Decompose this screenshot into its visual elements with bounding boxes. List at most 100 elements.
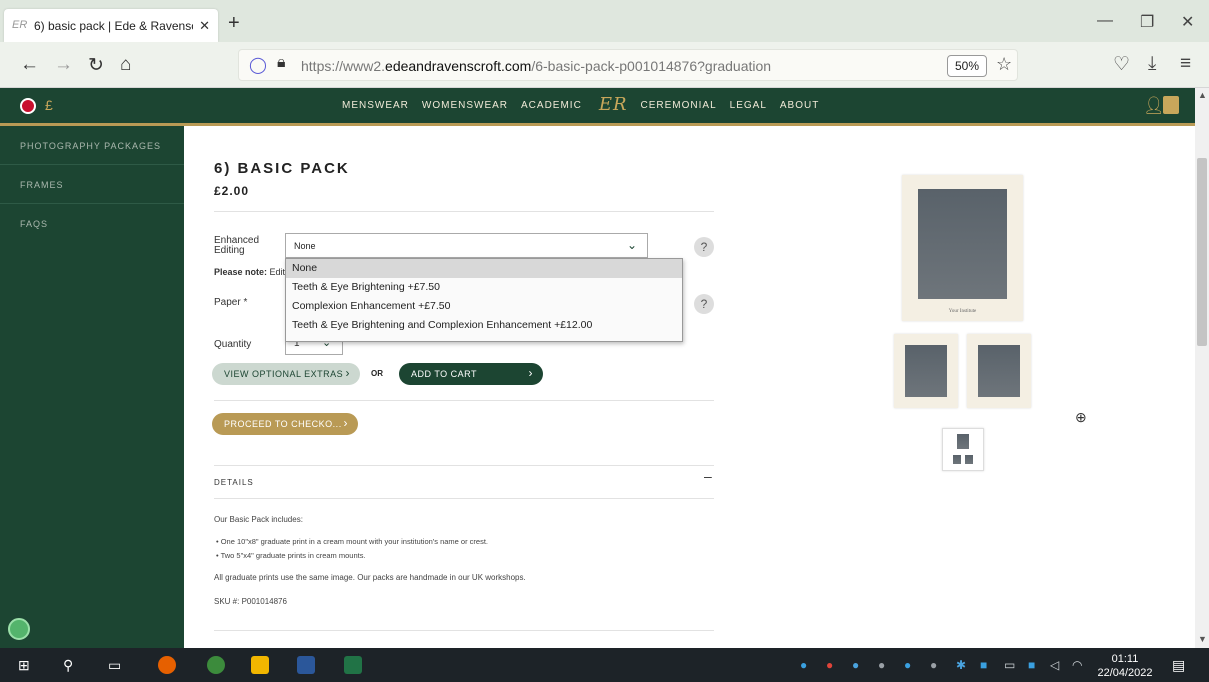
add-to-cart-button[interactable]: ADD TO CART › (399, 363, 543, 385)
bluetooth-icon[interactable]: ✱ (956, 658, 966, 672)
menu-item-about[interactable]: ABOUT (780, 100, 819, 115)
thumbnail-image-1[interactable] (894, 334, 958, 408)
thumbnail-image-2[interactable] (967, 334, 1031, 408)
editing-help-icon[interactable]: ? (694, 237, 714, 257)
details-heading[interactable]: DETAILS (214, 478, 254, 487)
tray-icon[interactable]: ■ (980, 658, 987, 672)
address-bar[interactable]: ◯ 🔒︎ https://www2.edeandravenscroft.com/… (238, 49, 1018, 81)
details-intro: Our Basic Pack includes: (214, 515, 303, 524)
proceed-to-checkout-button[interactable]: PROCEED TO CHECKO... › (212, 413, 358, 435)
main-menu: MENSWEAR WOMENSWEAR ACADEMIC ER CEREMONI… (342, 94, 832, 115)
firefox-icon[interactable] (158, 656, 176, 674)
excel-icon[interactable] (344, 656, 362, 674)
volume-icon[interactable]: ◁ (1050, 658, 1059, 672)
task-view-icon[interactable]: ▭ (108, 657, 121, 674)
browser-tab-bar: ER 6) basic pack | Ede & Ravenscro ✕ + —… (0, 0, 1209, 42)
forward-icon[interactable]: → (54, 54, 73, 76)
pocket-icon[interactable]: ♡ (1113, 53, 1130, 76)
sidebar-item-faqs[interactable]: FAQS (0, 204, 184, 243)
uk-flag-icon[interactable] (20, 98, 36, 114)
graduate-photo-small (905, 345, 947, 397)
tray-icon[interactable]: ● (878, 658, 885, 672)
details-bullet: • One 10"x8" graduate print in a cream m… (216, 537, 489, 546)
new-tab-button[interactable]: + (228, 12, 240, 35)
product-sku: SKU #: P001014876 (214, 597, 287, 606)
tray-icon[interactable]: ● (930, 658, 937, 672)
pack-thumbnail[interactable] (942, 428, 984, 471)
menu-item-menswear[interactable]: MENSWEAR (342, 100, 409, 115)
restore-icon[interactable]: ❐ (1140, 12, 1154, 32)
dropdown-option-none[interactable]: None (286, 259, 682, 278)
chevron-right-icon: › (528, 366, 533, 380)
account-icon[interactable]: 👤︎ (1143, 96, 1165, 116)
sidebar-item-frames[interactable]: FRAMES (0, 165, 184, 204)
shopping-bag-icon[interactable] (1163, 96, 1179, 114)
menu-item-ceremonial[interactable]: CEREMONIAL (641, 100, 717, 115)
scroll-down-icon[interactable]: ▼ (1198, 634, 1207, 644)
windows-start-icon[interactable]: ⊞ (18, 657, 30, 674)
please-note: Please note: Editir (214, 267, 286, 277)
chat-widget-icon[interactable] (8, 618, 30, 640)
zoom-level-badge[interactable]: 50% (947, 55, 987, 77)
tray-icon[interactable]: ● (904, 658, 911, 672)
wifi-icon[interactable]: ◠ (1072, 658, 1082, 672)
notifications-icon[interactable]: ▤ (1172, 657, 1185, 674)
home-icon[interactable]: ⌂ (120, 54, 131, 76)
sidebar-item-photography-packages[interactable]: PHOTOGRAPHY PACKAGES (0, 126, 184, 165)
dropdown-option-combined[interactable]: Teeth & Eye Brightening and Complexion E… (286, 316, 682, 335)
view-optional-extras-button[interactable]: VIEW OPTIONAL EXTRAS › (212, 363, 360, 385)
browser-nav-bar: ← → ↻ ⌂ ◯ 🔒︎ https://www2.edeandravenscr… (0, 42, 1209, 88)
menu-item-legal[interactable]: LEGAL (730, 100, 767, 115)
file-explorer-icon[interactable] (251, 656, 269, 674)
back-icon[interactable]: ← (20, 54, 39, 76)
menu-item-womenswear[interactable]: WOMENSWEAR (422, 100, 508, 115)
clock-time: 01:11 (1111, 653, 1139, 665)
brand-logo[interactable]: ER (599, 94, 628, 115)
lock-icon[interactable]: 🔒︎ (277, 54, 286, 72)
reload-icon[interactable]: ↻ (88, 54, 104, 77)
zoom-in-icon[interactable]: ⊕ (1075, 409, 1087, 426)
dropdown-option-teeth-eye[interactable]: Teeth & Eye Brightening +£7.50 (286, 278, 682, 297)
tray-icon[interactable]: ● (800, 658, 807, 672)
collapse-icon[interactable]: – (704, 468, 712, 484)
url-text[interactable]: https://www2.edeandravenscroft.com/6-bas… (301, 58, 771, 74)
tray-icon[interactable]: ▭ (1004, 658, 1015, 672)
menu-item-academic[interactable]: ACADEMIC (521, 100, 582, 115)
paper-label: Paper * (214, 297, 248, 308)
scroll-thumb[interactable] (1197, 158, 1207, 346)
graduate-photo-small (978, 345, 1020, 397)
tray-icon[interactable]: ● (826, 658, 833, 672)
bookmark-star-icon[interactable]: ☆ (996, 54, 1012, 75)
sidebar: PHOTOGRAPHY PACKAGES FRAMES FAQS (0, 126, 184, 648)
tray-icon[interactable]: ● (852, 658, 859, 672)
shield-icon[interactable]: ◯ (249, 55, 267, 75)
chrome-icon[interactable] (207, 656, 225, 674)
quantity-label: Quantity (214, 339, 252, 350)
taskbar-clock[interactable]: 01:11 22/04/2022 (1094, 652, 1156, 680)
photo-caption: Your Institute (948, 309, 977, 314)
browser-tab[interactable]: ER 6) basic pack | Ede & Ravenscro ✕ (4, 9, 218, 42)
minimize-icon[interactable]: — (1097, 12, 1113, 30)
enhanced-editing-dropdown: None Teeth & Eye Brightening +£7.50 Comp… (285, 258, 683, 342)
tray-icon[interactable]: ■ (1028, 658, 1035, 672)
main-product-image[interactable]: Your Institute (902, 175, 1023, 321)
divider (214, 630, 714, 631)
word-icon[interactable] (297, 656, 315, 674)
site-header: £ MENSWEAR WOMENSWEAR ACADEMIC ER CEREMO… (0, 88, 1195, 126)
tab-close-icon[interactable]: ✕ (199, 18, 210, 34)
windows-taskbar: ⊞ ⚲ ▭ ● ● ● ● ● ● ✱ ■ ▭ ■ ◁ ◠ 01:11 22/0… (0, 648, 1209, 682)
page-scrollbar[interactable]: ▲ ▼ (1195, 88, 1209, 648)
paper-help-icon[interactable]: ? (694, 294, 714, 314)
search-icon[interactable]: ⚲ (63, 657, 73, 674)
menu-icon[interactable]: ≡ (1180, 53, 1191, 75)
currency-selector[interactable]: £ (45, 97, 53, 113)
product-title: 6) BASIC PACK (214, 160, 350, 177)
dropdown-option-complexion[interactable]: Complexion Enhancement +£7.50 (286, 297, 682, 316)
divider (214, 498, 714, 499)
downloads-icon[interactable]: ⤓ (1148, 53, 1156, 75)
graduate-photo (918, 189, 1007, 299)
close-window-icon[interactable]: ✕ (1181, 12, 1194, 32)
pack-thumb-small (965, 455, 973, 464)
enhanced-editing-select[interactable]: None ⌄ (285, 233, 648, 258)
scroll-up-icon[interactable]: ▲ (1198, 90, 1207, 100)
